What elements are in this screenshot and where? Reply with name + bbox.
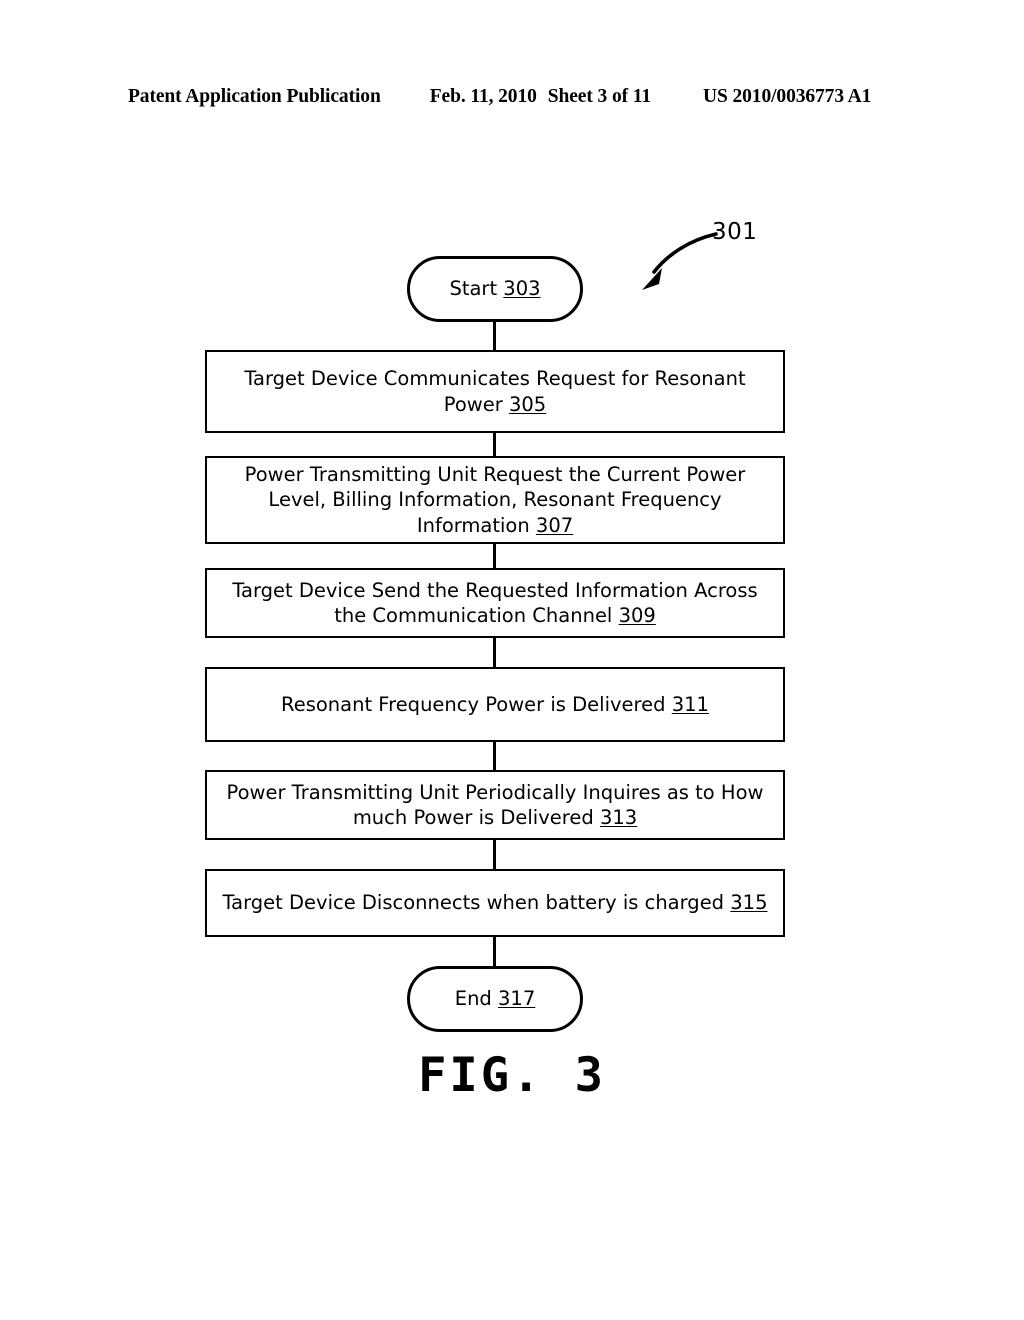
flowchart-node-309-text: Target Device Send the Requested Informa… [232,578,758,628]
flowchart-node-305-text: Target Device Communicates Request for R… [244,367,746,416]
flowchart-node-end-numeral: 317 [498,987,536,1011]
figure-caption: FIG. 3 [418,1048,606,1103]
flowchart-node-315-text: Target Device Disconnects when battery i… [222,891,768,915]
flowchart-node-307-text: Power Transmitting Unit Request the Curr… [244,462,746,537]
flowchart-node-315-numeral: 315 [730,891,768,915]
flowchart-node-315: Target Device Disconnects when battery i… [205,869,785,937]
connector-309-to-311 [493,636,496,668]
flowchart-node-311-text: Resonant Frequency Power is Delivered 31… [281,692,709,716]
flowchart-node-start-text: Start 303 [449,277,541,301]
connector-start-to-305 [493,320,496,351]
connector-307-to-309 [493,542,496,570]
flowchart-figure: 301 Start 303 Target Device Communicates… [0,0,1024,1320]
connector-315-to-end [493,935,496,968]
connector-311-to-313 [493,740,496,771]
flowchart-node-305: Target Device Communicates Request for R… [205,350,785,433]
flowchart-node-305-numeral: 305 [508,392,547,416]
connector-305-to-307 [493,431,496,457]
flowchart-node-313: Power Transmitting Unit Periodically Inq… [205,770,785,840]
flowchart-node-309: Target Device Send the Requested Informa… [205,568,785,638]
connector-313-to-315 [493,838,496,870]
reference-numeral-301: 301 [712,219,758,245]
flowchart-node-end: End 317 [407,966,583,1032]
flowchart-node-start-numeral: 303 [503,277,541,301]
flowchart-node-start: Start 303 [407,256,583,322]
flowchart-node-307: Power Transmitting Unit Request the Curr… [205,456,785,544]
flowchart-node-313-numeral: 313 [599,806,638,829]
flowchart-node-309-numeral: 309 [618,604,656,627]
flowchart-node-313-text: Power Transmitting Unit Periodically Inq… [226,780,764,830]
flowchart-node-311: Resonant Frequency Power is Delivered 31… [205,667,785,742]
flowchart-node-307-numeral: 307 [535,513,574,537]
flowchart-node-311-numeral: 311 [671,692,709,716]
flowchart-node-end-text: End 317 [454,987,536,1011]
